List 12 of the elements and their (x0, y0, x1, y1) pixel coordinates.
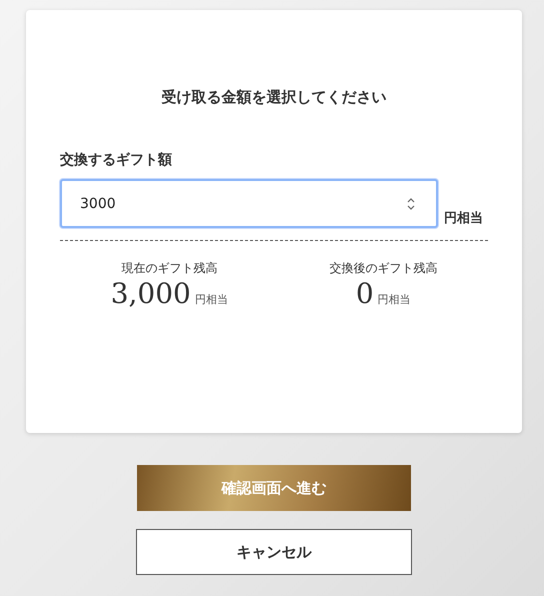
balance-unit: 円相当 (194, 293, 228, 306)
balance-amount: 0 (356, 277, 374, 310)
balance-label: 現在のギフト残高 (121, 260, 218, 277)
balance-label: 交換後のギフト残高 (329, 260, 438, 277)
balance-amount: 3,000 (110, 277, 191, 310)
cancel-button[interactable]: キャンセル (136, 529, 412, 575)
unit-label: 円相当 (444, 210, 483, 228)
card-title: 受け取る金額を選択してください (160, 87, 388, 106)
spinner-icon[interactable] (406, 197, 416, 211)
amount-field[interactable]: 3000 (60, 179, 438, 228)
balance-unit: 円相当 (378, 293, 411, 306)
field-label: 交換するギフト額 (60, 150, 172, 170)
